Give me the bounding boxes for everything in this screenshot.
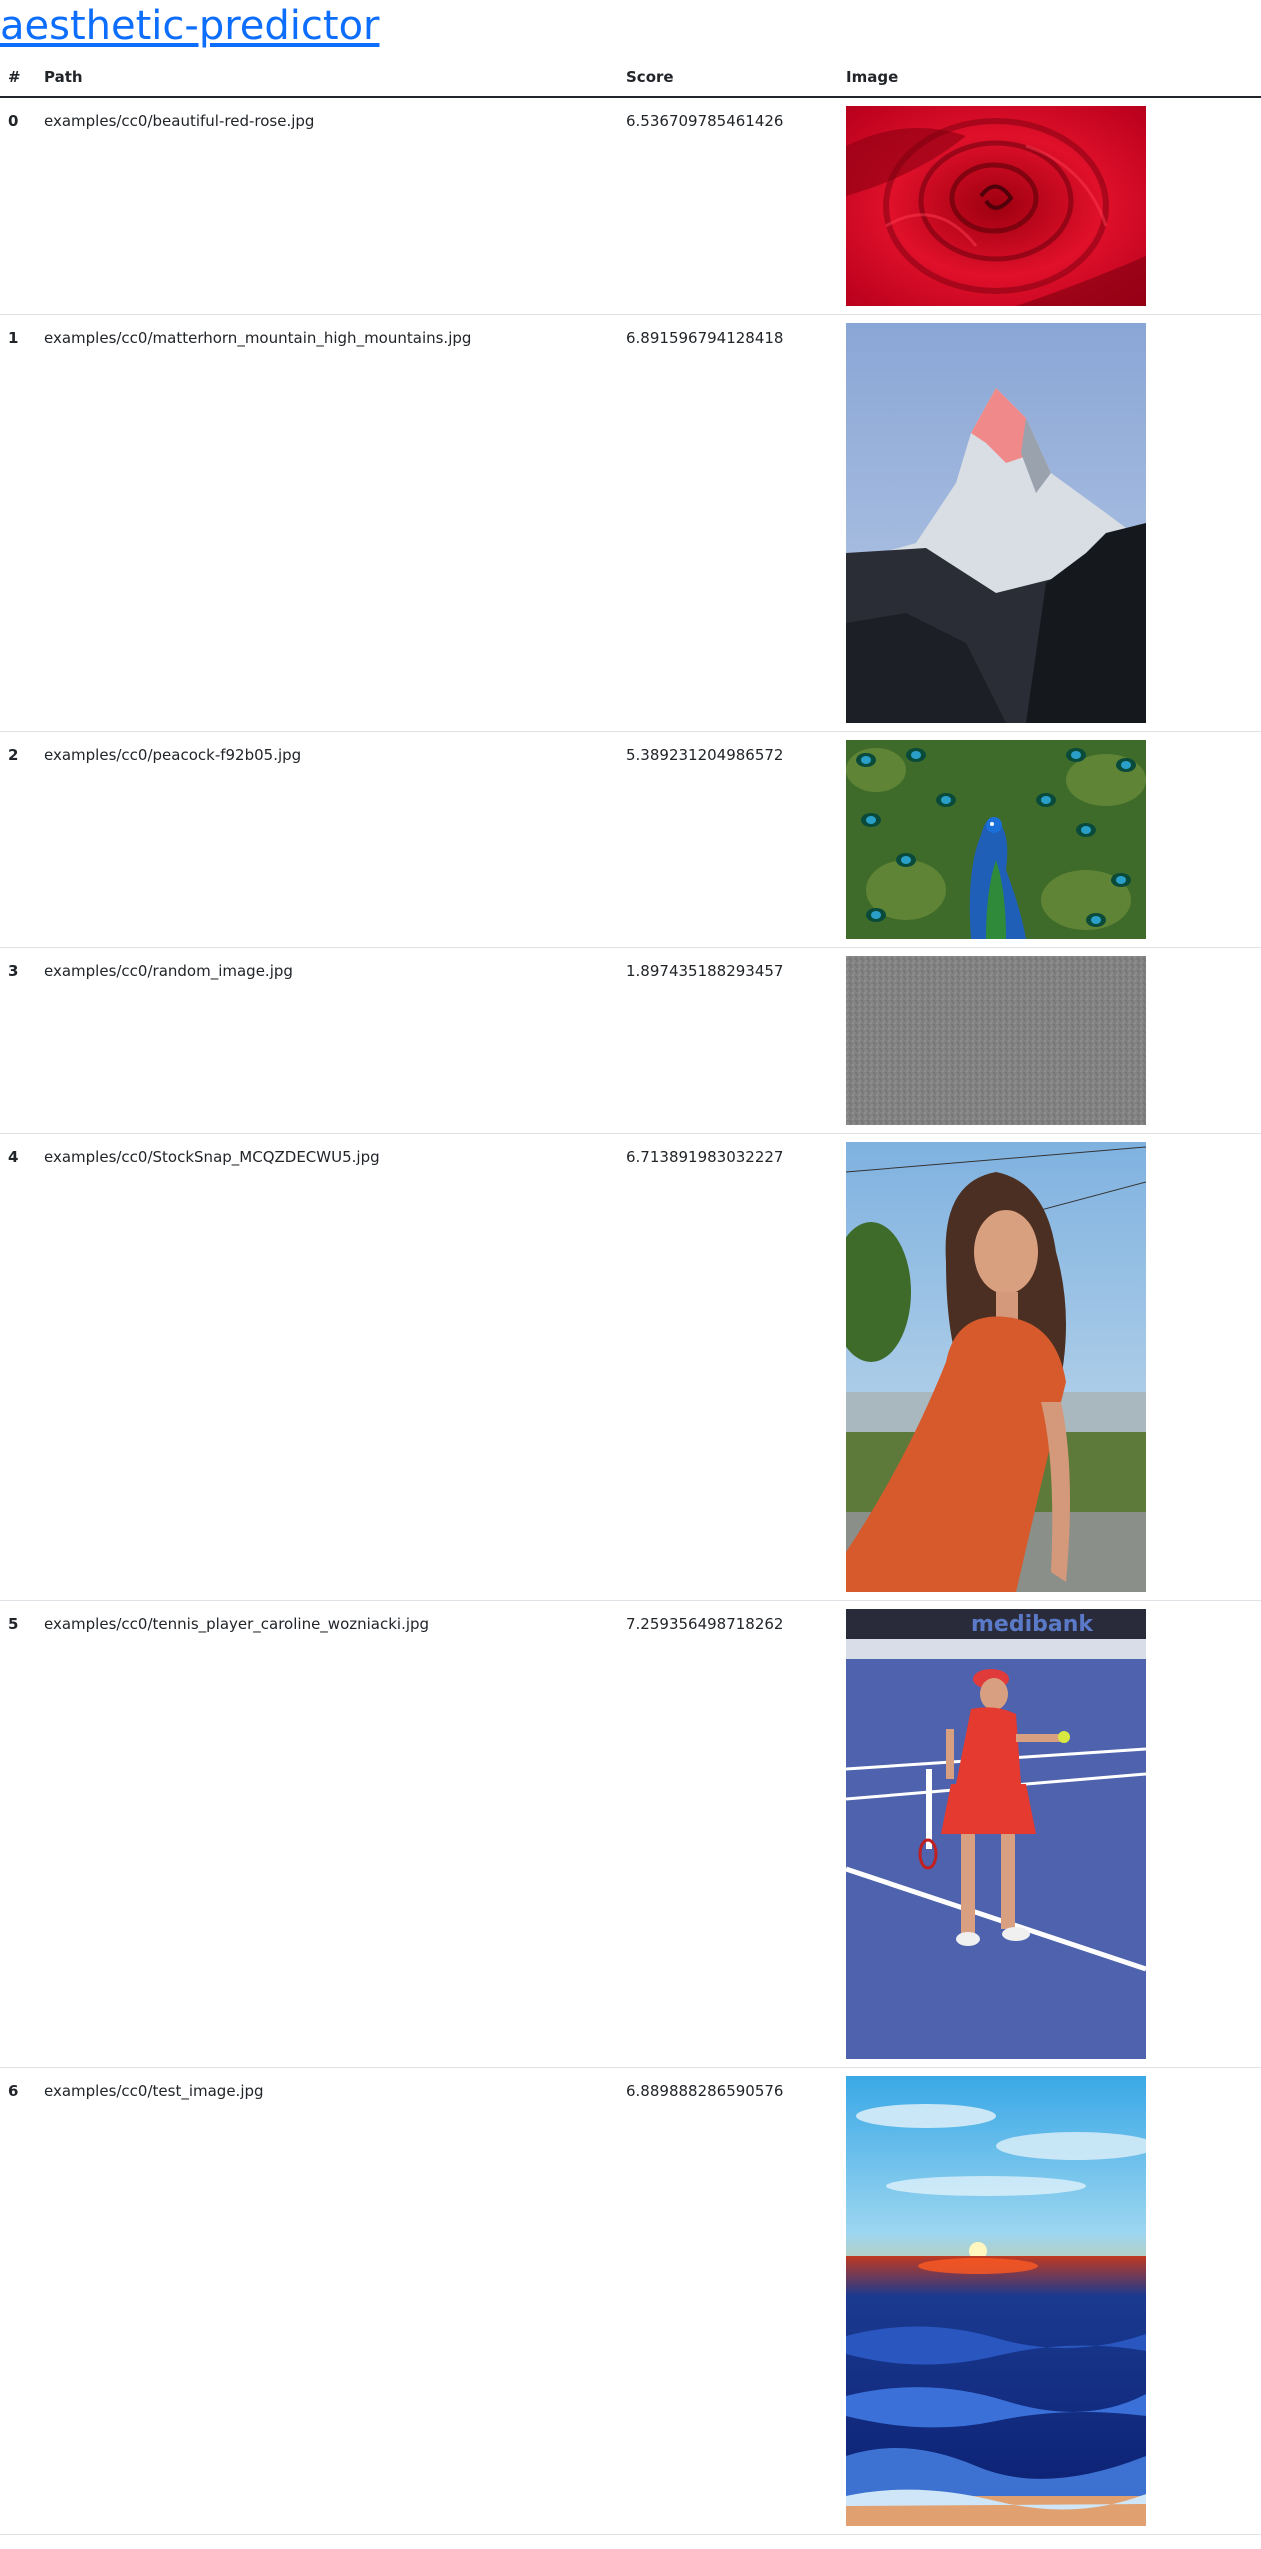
row-score: 6.536709785461426	[618, 97, 838, 315]
header-path: Path	[36, 58, 618, 98]
row-image-cell: medibank	[838, 1600, 1261, 2068]
row-path: examples/cc0/StockSnap_MCQZDECWU5.jpg	[36, 1133, 618, 1601]
row-score: 6.891596794128418	[618, 314, 838, 732]
peacock-photo	[846, 740, 1146, 939]
row-score: 6.889888286590576	[618, 2067, 838, 2535]
row-score: 1.897435188293457	[618, 947, 838, 1134]
woman-orange-dress-photo	[846, 1142, 1146, 1592]
row-path: examples/cc0/peacock-f92b05.jpg	[36, 731, 618, 948]
row-image-cell	[838, 2067, 1261, 2535]
table-row: 2 examples/cc0/peacock-f92b05.jpg 5.3892…	[0, 731, 1261, 948]
row-path: examples/cc0/test_image.jpg	[36, 2067, 618, 2535]
header-index: #	[0, 58, 36, 98]
header-image: Image	[838, 58, 1261, 98]
row-path: examples/cc0/random_image.jpg	[36, 947, 618, 1134]
row-image-cell	[838, 97, 1261, 315]
noise-photo	[846, 956, 1146, 1125]
table-row: 1 examples/cc0/matterhorn_mountain_high_…	[0, 314, 1261, 732]
table-row: 6 examples/cc0/test_image.jpg 6.88988828…	[0, 2067, 1261, 2535]
row-image-cell	[838, 314, 1261, 732]
table-row: 4 examples/cc0/StockSnap_MCQZDECWU5.jpg …	[0, 1133, 1261, 1601]
row-path: examples/cc0/tennis_player_caroline_wozn…	[36, 1600, 618, 2068]
row-score: 7.259356498718262	[618, 1600, 838, 2068]
row-index: 2	[0, 731, 36, 948]
row-path: examples/cc0/matterhorn_mountain_high_mo…	[36, 314, 618, 732]
row-path: examples/cc0/beautiful-red-rose.jpg	[36, 97, 618, 315]
tennis-player-photo: medibank	[846, 1609, 1146, 2059]
row-index: 0	[0, 97, 36, 315]
sunset-ocean-photo	[846, 2076, 1146, 2526]
table-row: 3 examples/cc0/random_image.jpg 1.897435…	[0, 947, 1261, 1134]
sponsor-banner-text: medibank	[971, 1612, 1094, 1637]
row-index: 1	[0, 314, 36, 732]
row-score: 6.713891983032227	[618, 1133, 838, 1601]
row-index: 6	[0, 2067, 36, 2535]
row-index: 5	[0, 1600, 36, 2068]
row-image-cell	[838, 731, 1261, 948]
row-image-cell	[838, 1133, 1261, 1601]
results-table: # Path Score Image 0 examples/cc0/beauti…	[0, 58, 1261, 2535]
table-row: 5 examples/cc0/tennis_player_caroline_wo…	[0, 1600, 1261, 2068]
row-index: 4	[0, 1133, 36, 1601]
table-header-row: # Path Score Image	[0, 58, 1261, 98]
row-image-cell	[838, 947, 1261, 1134]
row-score: 5.389231204986572	[618, 731, 838, 948]
rose-photo	[846, 106, 1146, 306]
table-row: 0 examples/cc0/beautiful-red-rose.jpg 6.…	[0, 97, 1261, 315]
mountain-photo	[846, 323, 1146, 723]
header-score: Score	[618, 58, 838, 98]
row-index: 3	[0, 947, 36, 1134]
page-title-link[interactable]: aesthetic-predictor	[0, 0, 380, 52]
